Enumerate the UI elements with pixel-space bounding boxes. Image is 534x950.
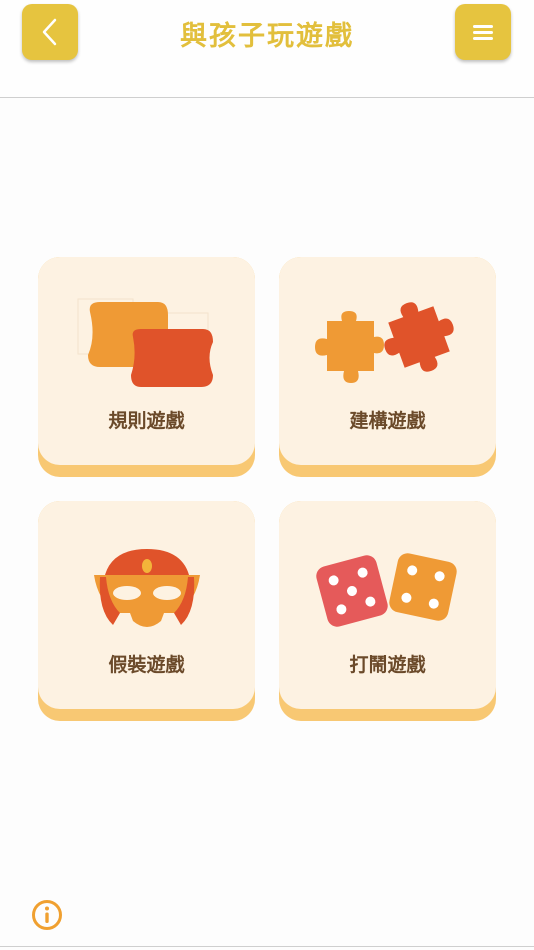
card-label: 打鬧遊戲 (349, 654, 426, 676)
rough-games-card[interactable]: 打鬧遊戲 (279, 501, 496, 721)
hamburger-menu-icon (473, 25, 493, 40)
info-button[interactable] (31, 899, 63, 931)
card-label: 建構遊戲 (349, 410, 426, 432)
cards-icon (77, 298, 213, 387)
pretend-games-card[interactable]: 假裝遊戲 (38, 501, 255, 721)
card-label: 規則遊戲 (108, 410, 185, 432)
app-header: 與孩子玩遊戲 (0, 0, 534, 98)
page-title: 與孩子玩遊戲 (180, 21, 354, 52)
rule-games-card[interactable]: 規則遊戲 (38, 257, 255, 477)
menu-button[interactable] (455, 4, 511, 60)
card-label: 假裝遊戲 (108, 654, 185, 676)
construction-games-card[interactable]: 建構遊戲 (279, 257, 496, 477)
mask-icon (94, 549, 200, 627)
bottom-divider (0, 946, 534, 947)
puzzle-icon (315, 302, 454, 383)
dice-icon (316, 553, 457, 627)
info-icon (32, 900, 62, 930)
